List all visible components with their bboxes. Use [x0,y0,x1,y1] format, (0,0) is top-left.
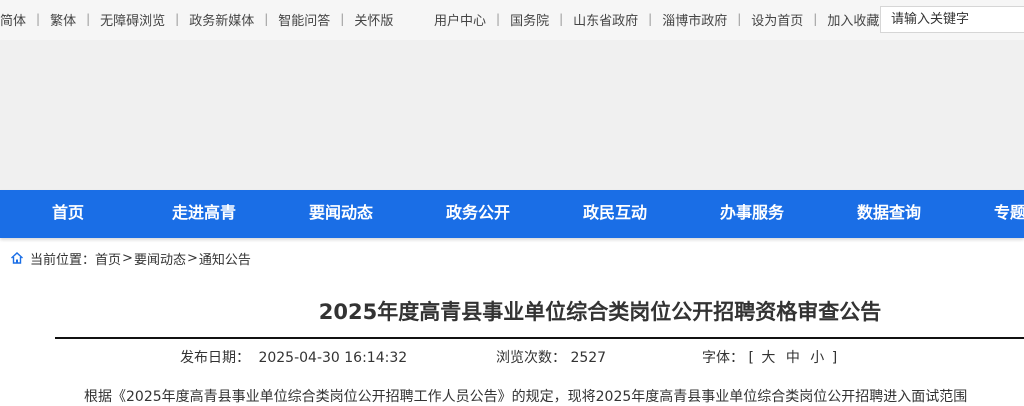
accessibility-link[interactable]: 无障碍浏览 [100,10,165,29]
breadcrumb-home[interactable]: 首页 [95,249,121,268]
gov-new-media-link[interactable]: 政务新媒体 [189,10,254,29]
zibo-gov-link[interactable]: 淄博市政府 [662,10,727,29]
set-homepage-link[interactable]: 设为首页 [751,10,803,29]
separator: | [264,12,269,26]
topbar-right-links: 用户中心 | 国务院 | 山东省政府 | 淄博市政府 | 设为首页 | 加入收藏 [434,0,879,38]
article-title: 2025年度高青县事业单位综合类岗位公开招聘资格审查公告 [318,300,882,324]
nav-item-gov-affairs[interactable]: 政务公开 [446,190,510,238]
nav-item-about-gaoqing[interactable]: 走进高青 [172,190,236,238]
font-size-small-button[interactable]: 小 [810,350,824,366]
breadcrumb-separator: > [186,250,198,266]
header-banner [0,40,1024,190]
font-size-control: 字体： [ 大 中 小 ] [702,347,837,367]
separator: | [340,12,345,26]
nav-item-news[interactable]: 要闻动态 [309,190,373,238]
state-council-link[interactable]: 国务院 [510,10,549,29]
breadcrumb-news[interactable]: 要闻动态 [134,249,186,268]
search-box [880,6,1024,33]
separator: | [175,12,180,26]
separator: | [648,12,653,26]
separator: | [737,12,742,26]
nav-item-topics[interactable]: 专题 [994,190,1024,238]
topbar-left-links: 简体 | 繁体 | 无障碍浏览 | 政务新媒体 | 智能问答 | 关怀版 [0,0,393,38]
publish-date-meta: 发布日期： 2025-04-30 16:14:32 [180,347,407,367]
separator: | [813,12,818,26]
view-count-value: 2527 [570,350,607,366]
view-count-meta: 浏览次数： 2527 [496,347,606,367]
care-version-link[interactable]: 关怀版 [354,10,393,29]
nav-item-interaction[interactable]: 政民互动 [583,190,647,238]
add-favorite-link[interactable]: 加入收藏 [827,10,879,29]
breadcrumb-notices[interactable]: 通知公告 [199,249,251,268]
nav-item-data-query[interactable]: 数据查询 [857,190,921,238]
font-size-large-button[interactable]: 大 [761,350,775,366]
publish-date-value: 2025-04-30 16:14:32 [258,350,408,366]
shandong-gov-link[interactable]: 山东省政府 [573,10,638,29]
simplified-chinese-link[interactable]: 简体 [0,10,26,29]
breadcrumb-separator: > [122,250,133,266]
font-size-label: 字体： [702,350,744,366]
nav-item-home[interactable]: 首页 [52,190,84,238]
search-input[interactable] [881,7,1024,32]
top-utility-bar: 简体 | 繁体 | 无障碍浏览 | 政务新媒体 | 智能问答 | 关怀版 用户中… [0,0,1024,40]
publish-date-label: 发布日期： [180,350,250,366]
view-count-label: 浏览次数： [496,350,566,366]
separator: | [496,12,501,26]
user-center-link[interactable]: 用户中心 [434,10,486,29]
breadcrumb: 当前位置： 首页 > 要闻动态 > 通知公告 [10,248,251,268]
main-nav: 首页 走进高青 要闻动态 政务公开 政民互动 办事服务 数据查询 专题 [0,190,1024,238]
smart-qa-link[interactable]: 智能问答 [278,10,330,29]
home-icon [11,252,23,264]
font-bracket-close: ] [831,350,838,366]
title-divider [55,337,1024,339]
font-bracket-open: [ [748,350,754,366]
separator: | [36,12,41,26]
font-size-medium-button[interactable]: 中 [786,350,800,366]
separator: | [86,12,91,26]
separator: | [559,12,564,26]
traditional-chinese-link[interactable]: 繁体 [50,10,76,29]
article-body-text: 根据《2025年度高青县事业单位综合类岗位公开招聘工作人员公告》的规定，现将20… [84,389,968,405]
breadcrumb-label: 当前位置： [30,252,96,268]
nav-item-services[interactable]: 办事服务 [720,190,784,238]
